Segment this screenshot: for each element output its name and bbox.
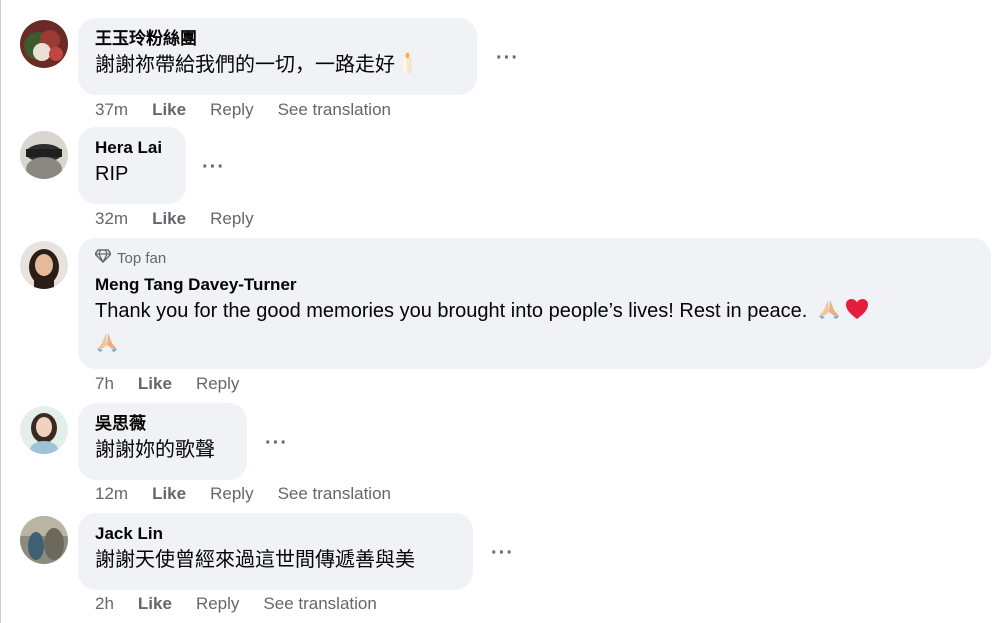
like-button[interactable]: Like (152, 208, 186, 230)
more-options-icon[interactable]: ··· (496, 48, 519, 68)
see-translation-link[interactable]: See translation (278, 99, 391, 121)
avatar[interactable] (20, 406, 68, 454)
comment-text-body: Thank you for the good memories you brou… (95, 300, 808, 322)
comment-bubble: Top fan Meng Tang Davey-Turner Thank you… (78, 238, 991, 369)
comment-author[interactable]: Hera Lai (95, 137, 170, 159)
comment-actions: 32m Like Reply (95, 208, 278, 230)
avatar[interactable] (20, 241, 68, 289)
more-options-icon[interactable]: ··· (265, 433, 288, 453)
comment-text-body: 謝謝祢帶給我們的一切，一路走好 (95, 54, 395, 76)
more-options-icon[interactable]: ··· (491, 543, 514, 563)
like-button[interactable]: Like (152, 483, 186, 505)
comment-actions: 37m Like Reply See translation (95, 99, 415, 121)
comments-thread: 王玉玲粉絲團 謝謝祢帶給我們的一切，一路走好 ··· 37m Like Repl… (0, 0, 1000, 623)
top-fan-label: Top fan (117, 250, 167, 267)
see-translation-link[interactable]: See translation (263, 593, 376, 615)
praying-hands-icon (817, 298, 841, 329)
comment-text: 謝謝天使曾經來過這世間傳遞善與美 (95, 549, 415, 571)
comment-text: Thank you for the good memories you brou… (95, 296, 975, 362)
praying-hands-icon (95, 331, 119, 362)
candle-icon (399, 52, 415, 83)
comment-text: 謝謝祢帶給我們的一切，一路走好 (95, 50, 461, 83)
avatar[interactable] (20, 131, 68, 179)
comment-timestamp[interactable]: 37m (95, 99, 128, 121)
like-button[interactable]: Like (138, 373, 172, 395)
comment-bubble: Jack Lin 謝謝天使曾經來過這世間傳遞善與美 (78, 513, 473, 590)
comment-actions: 2h Like Reply See translation (95, 593, 401, 615)
comment-actions: 7h Like Reply (95, 373, 263, 395)
comment-author[interactable]: Meng Tang Davey-Turner (95, 274, 975, 296)
like-button[interactable]: Like (138, 593, 172, 615)
reply-button[interactable]: Reply (196, 373, 239, 395)
comment-author[interactable]: Jack Lin (95, 523, 457, 545)
see-translation-link[interactable]: See translation (278, 483, 391, 505)
avatar[interactable] (20, 516, 68, 564)
comment-author[interactable]: 吳思薇 (95, 413, 231, 435)
reply-button[interactable]: Reply (210, 99, 253, 121)
comment-bubble: 吳思薇 謝謝妳的歌聲 (78, 403, 247, 480)
avatar[interactable] (20, 20, 68, 68)
comment-text: RIP (95, 163, 129, 185)
top-fan-diamond-icon (94, 249, 112, 269)
heart-icon (845, 298, 869, 329)
top-fan-badge[interactable]: Top fan (94, 249, 975, 269)
comment-bubble: 王玉玲粉絲團 謝謝祢帶給我們的一切，一路走好 (78, 18, 477, 95)
thread-divider (0, 0, 1, 623)
comment-actions: 12m Like Reply See translation (95, 483, 415, 505)
reply-button[interactable]: Reply (196, 593, 239, 615)
reply-button[interactable]: Reply (210, 483, 253, 505)
comment-text: 謝謝妳的歌聲 (95, 439, 215, 461)
comment-timestamp[interactable]: 32m (95, 208, 128, 230)
reply-button[interactable]: Reply (210, 208, 253, 230)
comment-timestamp[interactable]: 2h (95, 593, 114, 615)
comment-timestamp[interactable]: 7h (95, 373, 114, 395)
comment-timestamp[interactable]: 12m (95, 483, 128, 505)
comment-author[interactable]: 王玉玲粉絲團 (95, 28, 461, 50)
more-options-icon[interactable]: ··· (202, 157, 225, 177)
like-button[interactable]: Like (152, 99, 186, 121)
comment-bubble: Hera Lai RIP (78, 127, 186, 204)
